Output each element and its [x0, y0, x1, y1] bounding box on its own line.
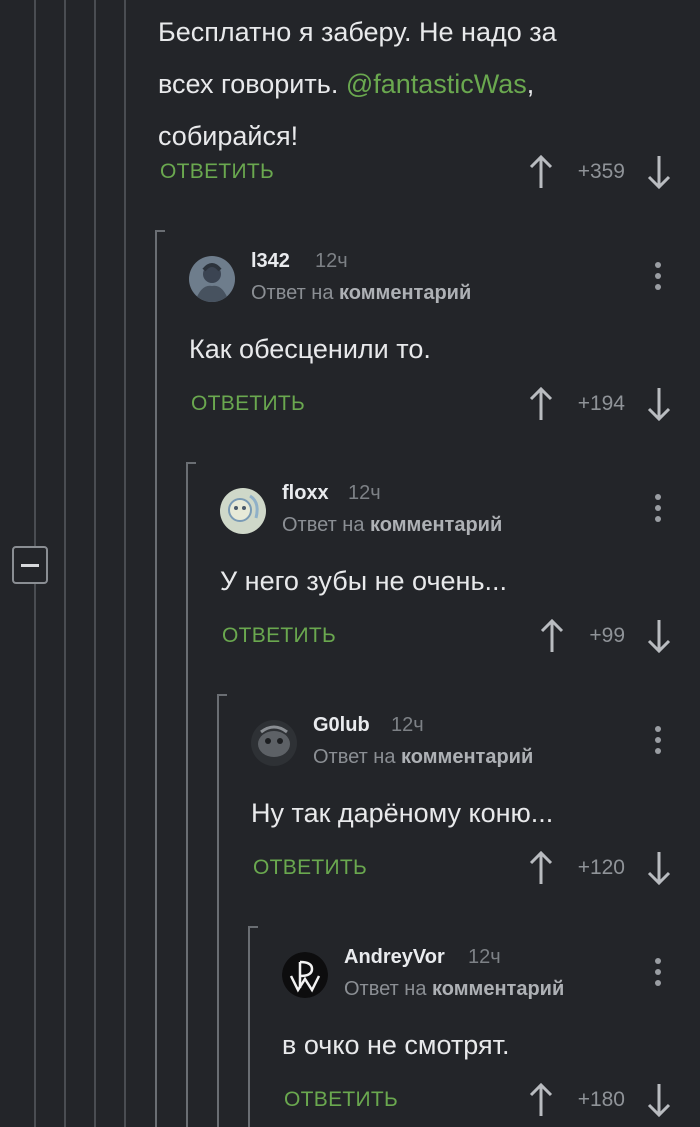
upvote-icon[interactable] [528, 154, 554, 190]
reply-to-prefix: Ответ на [282, 514, 371, 536]
comment-header: G0lub 12ч Ответ на комментарий [251, 712, 700, 772]
reply-to-target: комментарий [432, 978, 565, 1000]
comment-actions: ОТВЕТИТЬ +99 [220, 618, 700, 658]
comment-actions: ОТВЕТИТЬ +120 [251, 850, 700, 890]
comment: Бесплатно я заберу. Не надо за всех гово… [158, 0, 700, 200]
comment-body: Как обесценили то. [189, 334, 431, 364]
comment-author[interactable]: floxx [282, 482, 329, 505]
thread-bracket [217, 694, 219, 1127]
upvote-icon[interactable] [528, 850, 554, 886]
comment-text: Бесплатно я заберу. Не надо за [158, 17, 557, 47]
downvote-icon[interactable] [646, 618, 672, 654]
comment-time: 12ч [468, 946, 501, 968]
thread-bracket [155, 230, 165, 232]
thread-bracket [186, 462, 196, 464]
reply-to-prefix: Ответ на [313, 746, 402, 768]
collapse-thread-button[interactable] [12, 546, 48, 584]
reply-to-link[interactable]: Ответ на комментарий [344, 978, 564, 1001]
comment-author[interactable]: G0lub [313, 714, 370, 737]
comment: l342 12ч Ответ на комментарий Как обесце… [189, 248, 700, 448]
comment-text: собирайся! [158, 121, 299, 151]
comment-time: 12ч [315, 250, 348, 272]
downvote-icon[interactable] [646, 850, 672, 886]
comment: G0lub 12ч Ответ на комментарий Ну так да… [251, 712, 700, 912]
comment-score: +194 [577, 392, 625, 415]
thread-line [124, 0, 126, 1127]
reply-button[interactable]: ОТВЕТИТЬ [160, 160, 274, 184]
reply-to-target: комментарий [339, 282, 472, 304]
user-mention-link[interactable]: @fantasticWas [346, 69, 527, 99]
comment-author[interactable]: AndreyVor [344, 946, 445, 969]
comment-time: 12ч [391, 714, 424, 736]
reply-to-target: комментарий [370, 514, 503, 536]
comment-body: Бесплатно я заберу. Не надо за всех гово… [158, 6, 557, 162]
thread-line [64, 0, 66, 1127]
reply-button[interactable]: ОТВЕТИТЬ [253, 856, 367, 880]
avatar[interactable] [251, 720, 297, 766]
comment-score: +99 [589, 624, 625, 647]
more-menu-icon[interactable] [654, 726, 662, 758]
comment-text: всех говорить. [158, 69, 346, 99]
reply-button[interactable]: ОТВЕТИТЬ [222, 624, 336, 648]
comment-body: в очко не смотрят. [282, 1030, 510, 1060]
minus-icon [21, 564, 39, 567]
comment-actions: ОТВЕТИТЬ +180 [282, 1082, 700, 1122]
comment: floxx 12ч Ответ на комментарий У него зу… [220, 480, 700, 680]
comment-actions: ОТВЕТИТЬ +359 [158, 154, 700, 194]
avatar[interactable] [282, 952, 328, 998]
reply-to-prefix: Ответ на [251, 282, 340, 304]
comment-time: 12ч [348, 482, 381, 504]
upvote-icon[interactable] [528, 386, 554, 422]
thread-line [94, 0, 96, 1127]
downvote-icon[interactable] [646, 386, 672, 422]
comment-body: У него зубы не очень... [220, 566, 508, 596]
comment-author[interactable]: l342 [251, 250, 290, 273]
more-menu-icon[interactable] [654, 494, 662, 526]
more-menu-icon[interactable] [654, 262, 662, 294]
reply-button[interactable]: ОТВЕТИТЬ [191, 392, 305, 416]
reply-button[interactable]: ОТВЕТИТЬ [284, 1088, 398, 1112]
reply-to-prefix: Ответ на [344, 978, 433, 1000]
thread-bracket [217, 694, 227, 696]
upvote-icon[interactable] [528, 1082, 554, 1118]
reply-to-link[interactable]: Ответ на комментарий [313, 746, 533, 769]
downvote-icon[interactable] [646, 1082, 672, 1118]
downvote-icon[interactable] [646, 154, 672, 190]
comment-body: Ну так дарёному коню... [251, 798, 554, 828]
thread-bracket [186, 462, 188, 1127]
thread-bracket [248, 926, 258, 928]
comment-score: +180 [577, 1088, 625, 1111]
comment-header: l342 12ч Ответ на комментарий [189, 248, 700, 308]
comment-text: , [526, 69, 535, 99]
comment-actions: ОТВЕТИТЬ +194 [189, 386, 700, 426]
comment: AndreyVor 12ч Ответ на комментарий в очк… [282, 944, 700, 1127]
avatar[interactable] [189, 256, 235, 302]
comment-score: +120 [577, 856, 625, 879]
comment-score: +359 [577, 160, 625, 183]
reply-to-link[interactable]: Ответ на комментарий [282, 514, 502, 537]
comment-header: floxx 12ч Ответ на комментарий [220, 480, 700, 540]
more-menu-icon[interactable] [654, 958, 662, 990]
avatar[interactable] [220, 488, 266, 534]
thread-bracket [248, 926, 250, 1127]
reply-to-target: комментарий [401, 746, 534, 768]
comment-header: AndreyVor 12ч Ответ на комментарий [282, 944, 700, 1004]
reply-to-link[interactable]: Ответ на комментарий [251, 282, 471, 305]
thread-bracket [155, 230, 157, 1127]
